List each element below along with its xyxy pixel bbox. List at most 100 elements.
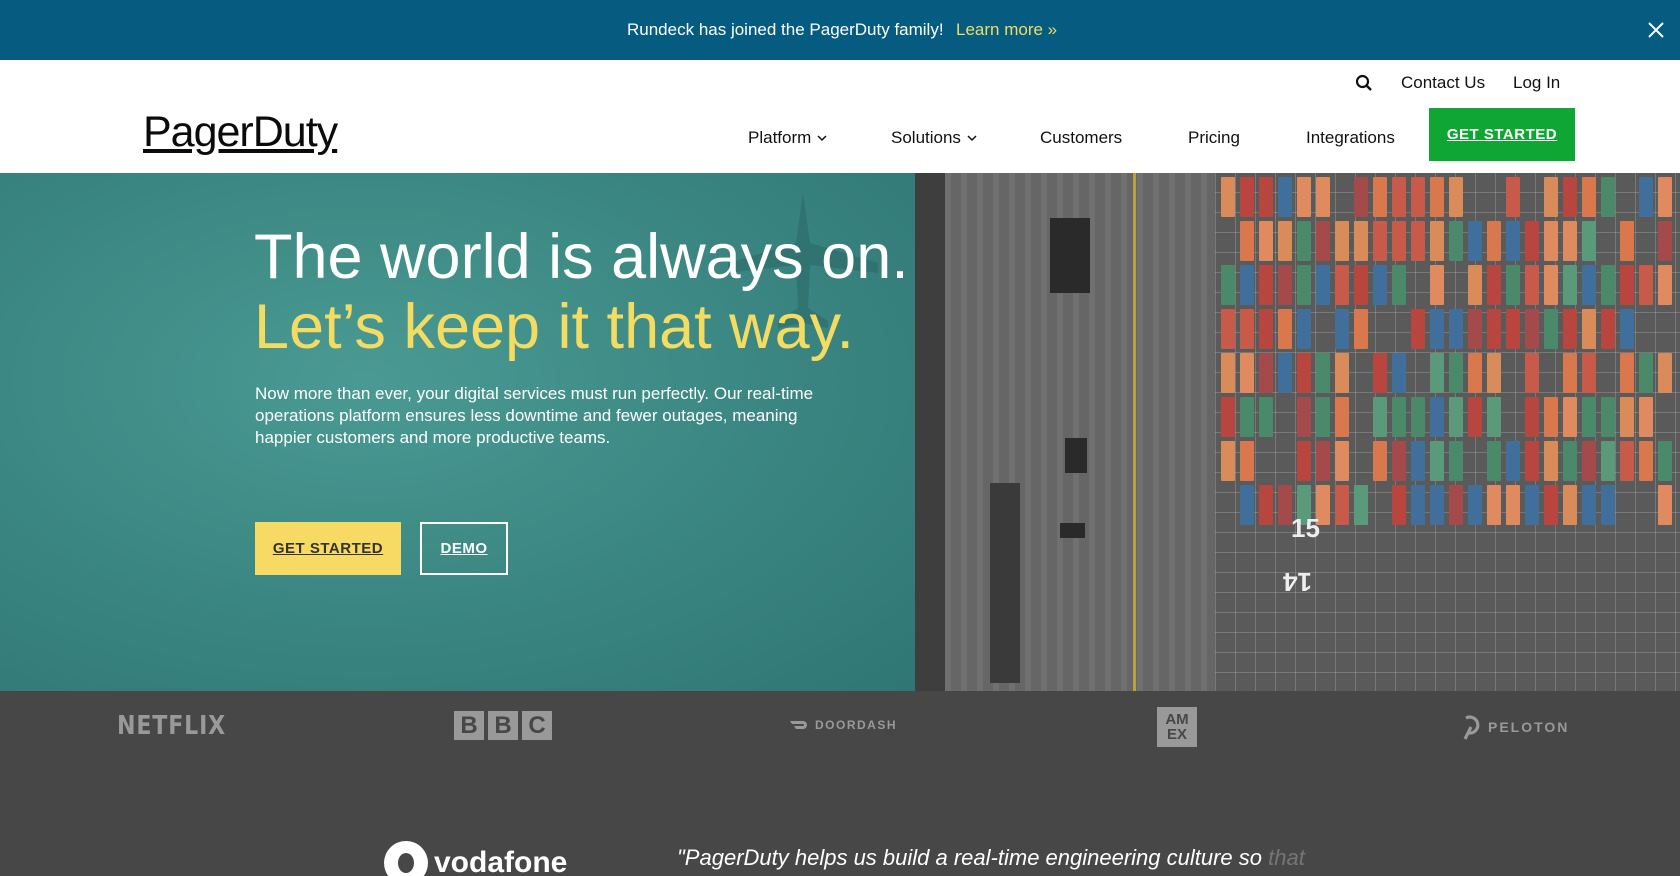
header-get-started-button[interactable]: GET STARTED: [1429, 108, 1575, 161]
shipping-container: [1582, 397, 1596, 437]
shipping-container: [1544, 221, 1558, 261]
doordash-logo[interactable]: DOORDASH: [789, 718, 897, 732]
shipping-container: [1525, 265, 1539, 305]
port-road: [945, 173, 1215, 691]
shipping-container: [1639, 265, 1653, 305]
shipping-container: [1563, 397, 1577, 437]
shipping-container: [1335, 265, 1349, 305]
shipping-container: [1525, 353, 1539, 393]
shipping-container: [1297, 441, 1311, 481]
hero-demo-button[interactable]: DEMO: [420, 522, 508, 575]
shipping-container: [1639, 441, 1653, 481]
vodafone-speechmark-icon: [384, 841, 428, 876]
shipping-container: [1487, 221, 1501, 261]
shipping-container: [1563, 265, 1577, 305]
shipping-container: [1449, 353, 1463, 393]
shipping-container: [1278, 353, 1292, 393]
shipping-container: [1297, 353, 1311, 393]
shipping-container: [1506, 177, 1520, 217]
testimonial-quote-text: "PagerDuty helps us build a real-time en…: [677, 845, 1263, 870]
shipping-container: [1620, 397, 1634, 437]
shipping-container: [1354, 177, 1368, 217]
peloton-logo[interactable]: PELOTON: [1460, 714, 1569, 740]
yard-number: 15: [1291, 513, 1320, 543]
shipping-container: [1601, 441, 1615, 481]
shipping-container: [1316, 397, 1330, 437]
shipping-container: [1278, 177, 1292, 217]
shipping-container: [1240, 177, 1254, 217]
shipping-container: [1240, 441, 1254, 481]
shipping-container: [1658, 221, 1672, 261]
shipping-container: [1525, 485, 1539, 525]
hero-get-started-button[interactable]: GET STARTED: [255, 522, 401, 575]
netflix-logo[interactable]: NETFLIX: [117, 711, 226, 741]
shipping-container: [1487, 353, 1501, 393]
amex-line: EX: [1166, 726, 1187, 743]
shipping-container: [1373, 397, 1387, 437]
shipping-container: [1430, 353, 1444, 393]
shipping-container: [1373, 265, 1387, 305]
shipping-container: [1563, 485, 1577, 525]
road-mark: [990, 483, 1020, 683]
chevron-down-icon: [967, 135, 977, 142]
shipping-container: [1316, 353, 1330, 393]
bbc-letter: B: [488, 711, 518, 740]
shipping-container: [1487, 485, 1501, 525]
vodafone-wordmark: vodafone: [434, 846, 568, 876]
nav-solutions[interactable]: Solutions: [891, 128, 977, 148]
shipping-container: [1449, 177, 1463, 217]
shipping-container: [1316, 177, 1330, 217]
container-stacks: [1215, 173, 1680, 533]
shipping-container: [1240, 397, 1254, 437]
bbc-logo[interactable]: B B C: [454, 711, 552, 740]
pagerduty-logo[interactable]: PagerDuty: [143, 108, 338, 157]
nav-customers[interactable]: Customers: [1040, 128, 1122, 148]
shipping-container: [1601, 265, 1615, 305]
shipping-container: [1392, 221, 1406, 261]
nav-platform[interactable]: Platform: [748, 128, 827, 148]
shipping-container: [1468, 397, 1482, 437]
learn-more-link[interactable]: Learn more »: [956, 20, 1057, 40]
shipping-container: [1335, 221, 1349, 261]
shipping-container: [1335, 441, 1349, 481]
amex-logo[interactable]: AM EX: [1157, 707, 1197, 747]
shipping-container: [1658, 265, 1672, 305]
shipping-container: [1468, 309, 1482, 349]
shipping-container: [1240, 353, 1254, 393]
shipping-container: [1506, 441, 1520, 481]
shipping-container: [1449, 309, 1463, 349]
nav-platform-label: Platform: [748, 128, 812, 147]
shipping-container: [1259, 265, 1273, 305]
shipping-container: [1563, 441, 1577, 481]
shipping-container: [1601, 485, 1615, 525]
announcement-text: Rundeck has joined the PagerDuty family!: [627, 20, 944, 39]
shipping-container: [1354, 309, 1368, 349]
log-in-link[interactable]: Log In: [1513, 73, 1560, 93]
shipping-container: [1582, 265, 1596, 305]
shipping-container: [1487, 309, 1501, 349]
shipping-container: [1639, 397, 1653, 437]
close-icon[interactable]: [1646, 20, 1666, 40]
road-mark: [1050, 218, 1090, 293]
shipping-container: [1639, 177, 1653, 217]
shipping-container: [1221, 309, 1235, 349]
shipping-container: [1392, 485, 1406, 525]
shipping-container: [1373, 177, 1387, 217]
search-icon[interactable]: [1355, 74, 1373, 92]
shipping-container: [1658, 441, 1672, 481]
shipping-container: [1411, 397, 1425, 437]
yard-number: 14: [1283, 567, 1312, 597]
nav-integrations[interactable]: Integrations: [1306, 128, 1395, 148]
peloton-wordmark: PELOTON: [1488, 719, 1570, 735]
shipping-container: [1221, 265, 1235, 305]
shipping-container: [1259, 177, 1273, 217]
shipping-container: [1430, 177, 1444, 217]
nav-pricing[interactable]: Pricing: [1188, 128, 1240, 148]
shipping-container: [1582, 441, 1596, 481]
shipping-container: [1468, 265, 1482, 305]
nav-solutions-label: Solutions: [891, 128, 961, 147]
shipping-container: [1430, 265, 1444, 305]
contact-us-link[interactable]: Contact Us: [1401, 73, 1485, 93]
shipping-container: [1392, 177, 1406, 217]
bbc-letter: C: [522, 711, 552, 740]
